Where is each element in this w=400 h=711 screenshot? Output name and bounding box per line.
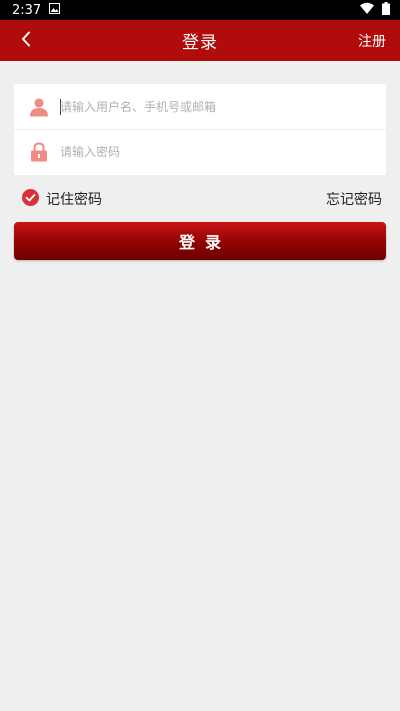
- password-row: [14, 129, 386, 174]
- login-form: [14, 84, 386, 175]
- options-row: 记住密码 忘记密码: [22, 188, 382, 210]
- status-time: 2:37: [12, 2, 42, 18]
- remember-password-label: 记住密码: [46, 192, 102, 208]
- user-icon: [28, 96, 50, 118]
- login-button[interactable]: 登录: [14, 222, 386, 260]
- register-link[interactable]: 注册: [358, 20, 386, 61]
- check-circle-icon: [22, 188, 39, 210]
- image-icon: [49, 2, 61, 18]
- page-title: 登录: [182, 33, 218, 53]
- password-input[interactable]: [60, 142, 360, 162]
- remember-password-checkbox[interactable]: 记住密码: [22, 188, 102, 210]
- nav-bar: 登录 注册: [0, 20, 400, 61]
- lock-icon: [28, 141, 50, 163]
- chevron-left-icon: [20, 31, 32, 51]
- forgot-password-link[interactable]: 忘记密码: [326, 189, 382, 209]
- status-bar: 2:37: [0, 0, 400, 20]
- wifi-icon: [360, 2, 374, 18]
- username-row: [14, 84, 386, 129]
- back-button[interactable]: [10, 20, 42, 61]
- battery-icon: [382, 1, 390, 19]
- username-input[interactable]: [60, 96, 360, 117]
